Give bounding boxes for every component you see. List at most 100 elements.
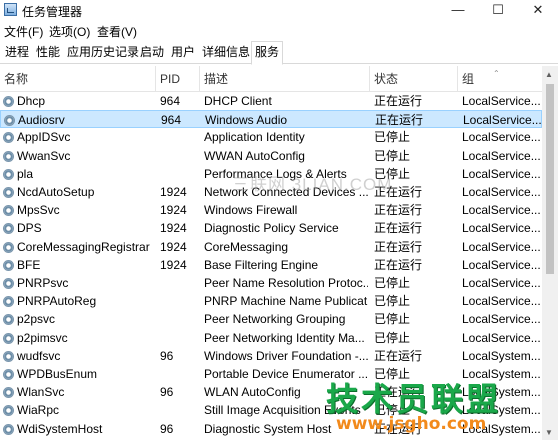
service-pid: 96 [160, 385, 174, 400]
service-row[interactable]: wudfsvc 96 Windows Driver Foundation -... 正… [0, 347, 542, 365]
service-pid [160, 165, 200, 183]
service-row[interactable]: PNRPsvc Peer Name Resolution Protoc... 已停止… [0, 274, 542, 292]
menu-file[interactable]: 文件(F) [4, 23, 43, 40]
service-row[interactable]: p2pimsvc Peer Networking Identity Ma... 已停… [0, 329, 542, 347]
service-group: LocalService... [462, 312, 540, 327]
service-status: 正在运行 [374, 348, 423, 363]
column-header-pid[interactable]: PID [156, 66, 200, 92]
service-gear-icon [3, 369, 14, 380]
service-name: NcdAutoSetup [17, 185, 95, 199]
service-name: p2pimsvc [17, 330, 68, 345]
service-description: CoreMessaging [204, 239, 289, 254]
service-row[interactable]: BFE 1924 Base Filtering Engine 正在运行 LocalSer… [0, 256, 542, 274]
service-pid: 1924 [160, 239, 187, 254]
service-row[interactable]: WwanSvc WWAN AutoConfig 已停止 LocalService... [0, 147, 542, 165]
service-description: Peer Networking Identity Ma... [204, 330, 365, 345]
service-gear-icon [3, 405, 14, 417]
service-pid [160, 292, 200, 310]
service-group: LocalService... [462, 203, 540, 218]
service-row[interactable]: DPS 1924 Diagnostic Policy Service 正在运行 Loca… [0, 219, 542, 237]
service-name: WdiSystemHost [17, 421, 103, 436]
service-status: 正在运行 [375, 113, 424, 128]
service-description: DHCP Client [204, 94, 272, 108]
title-bar: 任务管理器 — ☐ ✕ [0, 0, 558, 20]
service-status: 正在运行 [374, 221, 423, 236]
service-status: 已停止 [374, 294, 411, 309]
service-description: WWAN AutoConfig [204, 148, 305, 163]
service-group: LocalService... [462, 185, 540, 199]
service-gear-icon [3, 423, 14, 435]
service-pid [160, 147, 200, 165]
window-title: 任务管理器 [22, 5, 83, 19]
service-group: LocalService... [462, 330, 540, 345]
service-pid: 1924 [160, 221, 187, 236]
sort-ascending-icon: ⌃ [493, 69, 500, 78]
service-row[interactable]: p2psvc Peer Networking Grouping 已停止 LocalSe… [0, 310, 542, 328]
service-name: WlanSvc [17, 385, 65, 400]
service-gear-icon [3, 187, 14, 198]
service-pid [160, 128, 200, 146]
service-group: LocalService... [462, 94, 540, 108]
service-name: CoreMessagingRegistrar [17, 239, 150, 254]
service-description: Windows Audio [205, 113, 288, 128]
service-name: AppIDSvc [17, 130, 71, 145]
service-gear-icon [3, 278, 14, 289]
service-row[interactable]: Dhcp 964 DHCP Client 正在运行 LocalService... [0, 92, 542, 110]
service-gear-icon [3, 205, 14, 217]
scroll-up-icon[interactable]: ▲ [545, 70, 553, 79]
tab-details[interactable]: 详细信息 [199, 43, 253, 64]
tab-services[interactable]: 服务 [251, 41, 284, 65]
service-pid: 964 [161, 113, 182, 128]
tab-app-history[interactable]: 应用历史记录 [64, 43, 142, 64]
service-name: MpsSvc [17, 203, 60, 218]
service-status: 已停止 [374, 148, 411, 163]
watermark: 三联网 3LIAN.COM [232, 175, 393, 194]
service-pid: 96 [160, 421, 174, 436]
service-group: LocalService... [463, 113, 541, 128]
column-header-group[interactable]: 组 [458, 66, 542, 92]
service-gear-icon [3, 296, 14, 308]
menu-bar: 文件(F) 选项(O) 查看(V) [0, 20, 558, 40]
service-group: LocalService... [462, 294, 540, 309]
service-status: 已停止 [374, 312, 411, 327]
service-gear-icon [3, 259, 14, 271]
column-header-status[interactable]: 状态 [370, 66, 458, 92]
service-gear-icon [3, 168, 14, 180]
tab-processes[interactable]: 进程 [2, 43, 32, 64]
service-gear-icon [3, 332, 14, 344]
menu-options[interactable]: 选项(O) [49, 23, 90, 40]
close-button[interactable]: ✕ [518, 0, 558, 20]
service-gear-icon [4, 115, 15, 127]
service-description: Diagnostic Policy Service [204, 221, 339, 236]
tab-performance[interactable]: 性能 [33, 43, 63, 64]
service-row[interactable]: AppIDSvc Application Identity 已停止 LocalServ… [0, 128, 542, 146]
column-header-description[interactable]: 描述 [200, 66, 370, 92]
service-row[interactable]: MpsSvc 1924 Windows Firewall 正在运行 LocalServi… [0, 201, 542, 219]
service-name: WiaRpc [17, 403, 60, 418]
service-gear-icon [3, 96, 14, 107]
service-gear-icon [3, 150, 14, 162]
service-group: LocalService... [462, 276, 540, 290]
scroll-thumb[interactable] [546, 84, 554, 274]
service-group: LocalService... [462, 148, 540, 163]
service-description: Peer Name Resolution Protoc... [204, 276, 368, 290]
vertical-scrollbar[interactable]: ▲ ▼ [542, 66, 558, 440]
column-header-name[interactable]: 名称 [0, 66, 156, 92]
service-status: 已停止 [374, 130, 411, 145]
tab-startup[interactable]: 启动 [137, 43, 167, 64]
scroll-down-icon[interactable]: ▼ [545, 428, 553, 437]
service-gear-icon [3, 387, 14, 399]
tab-users[interactable]: 用户 [168, 43, 198, 64]
menu-view[interactable]: 查看(V) [97, 23, 137, 40]
service-row[interactable]: Audiosrv 964 Windows Audio 正在运行 LocalService… [0, 110, 542, 129]
service-group: LocalService... [462, 221, 540, 236]
service-group: LocalService... [462, 239, 540, 254]
minimize-button[interactable]: — [438, 0, 478, 20]
service-status: 已停止 [374, 276, 411, 290]
service-row[interactable]: CoreMessagingRegistrar 1924 CoreMessaging 正… [0, 238, 542, 256]
column-header-row: 名称 PID 描述 状态 组 ⌃ [0, 66, 542, 92]
tab-strip: 进程 性能 应用历史记录 启动 用户 详细信息 服务 [0, 40, 558, 65]
service-row[interactable]: PNRPAutoReg PNRP Machine Name Publicat...… [0, 292, 542, 310]
service-gear-icon [3, 132, 14, 144]
maximize-button[interactable]: ☐ [478, 0, 518, 20]
